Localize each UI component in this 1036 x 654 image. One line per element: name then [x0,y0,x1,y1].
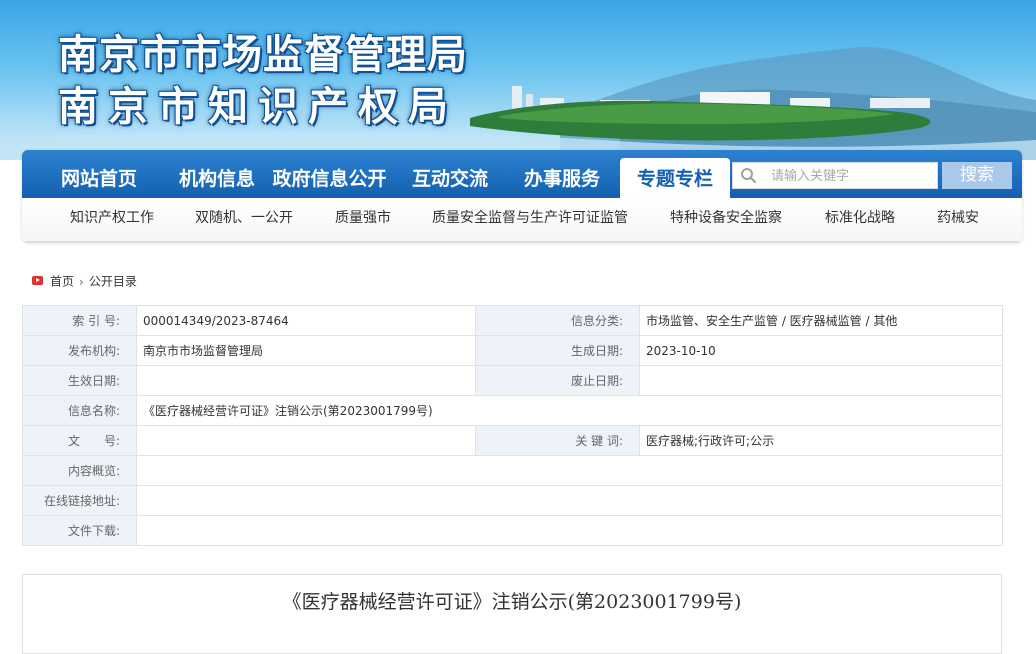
info-metadata-table: 索 引 号: 000014349/2023-87464 信息分类: 市场监管、安… [22,305,1003,546]
category-label: 信息分类: [475,305,640,336]
article-panel: 《医疗器械经营许可证》注销公示(第2023001799号) [22,574,1002,654]
nav-item-interaction[interactable]: 互动交流 [400,150,500,198]
breadcrumb-catalog[interactable]: 公开目录 [89,275,137,289]
sub-item-drugs-devices[interactable]: 药械安 [937,198,979,238]
sub-item-quality-city[interactable]: 质量强市 [335,198,391,238]
table-row: 文 号: 关 键 词: 医疗器械;行政许可;公示 [22,425,1003,456]
summary-label: 内容概览: [22,455,137,486]
online-link-value[interactable] [136,485,1003,516]
file-download-label: 文件下载: [22,515,137,546]
nav-item-home[interactable]: 网站首页 [44,150,154,198]
site-banner: 南京市市场监督管理局 南京市知识产权局 [0,0,1036,160]
doc-number-value [136,425,476,456]
keywords-value: 医疗器械;行政许可;公示 [639,425,1003,456]
file-download-value[interactable] [136,515,1003,546]
search-box [732,162,938,189]
nav-item-institution[interactable]: 机构信息 [167,150,267,198]
search-input[interactable] [769,165,937,188]
publisher-value: 南京市市场监督管理局 [136,335,476,366]
sub-navigation: 知识产权工作 双随机、一公开 质量强市 质量安全监督与生产许可证监管 特种设备安… [22,198,1022,242]
sub-item-double-random[interactable]: 双随机、一公开 [195,198,293,238]
nav-item-services[interactable]: 办事服务 [512,150,612,198]
nav-item-special-topics[interactable]: 专题专栏 [620,158,730,198]
keywords-label: 关 键 词: [475,425,640,456]
chevron-right-icon: › [79,274,84,289]
category-value: 市场监管、安全生产监管 / 医疗器械监管 / 其他 [639,305,1003,336]
sub-item-quality-safety[interactable]: 质量安全监督与生产许可证监管 [432,198,628,238]
info-name-value: 《医疗器械经营许可证》注销公示(第2023001799号) [136,395,1003,426]
created-date-value: 2023-10-10 [639,335,1003,366]
sub-item-special-equipment[interactable]: 特种设备安全监察 [670,198,782,238]
info-name-label: 信息名称: [22,395,137,426]
article-title: 《医疗器械经营许可证》注销公示(第2023001799号) [282,591,742,613]
table-row: 生效日期: 废止日期: [22,365,1003,396]
table-row: 发布机构: 南京市市场监督管理局 生成日期: 2023-10-10 [22,335,1003,366]
nav-main-bar: 网站首页 机构信息 政府信息公开 互动交流 办事服务 专题专栏 搜索 [22,150,1022,198]
expiry-date-value [639,365,1003,396]
breadcrumb: 首页 › 公开目录 [32,272,137,290]
online-link-label: 在线链接地址: [22,485,137,516]
search-icon [741,168,757,184]
sub-item-standardization[interactable]: 标准化战略 [825,198,895,238]
table-row: 内容概览: [22,455,1003,486]
created-date-label: 生成日期: [475,335,640,366]
nav-item-gov-info[interactable]: 政府信息公开 [272,150,387,198]
search-button[interactable]: 搜索 [942,162,1012,189]
table-row: 信息名称: 《医疗器械经营许可证》注销公示(第2023001799号) [22,395,1003,426]
main-navigation: 网站首页 机构信息 政府信息公开 互动交流 办事服务 专题专栏 搜索 知识产权工… [22,150,1022,242]
banner-title-line2: 南京市知识产权局 [58,83,458,130]
doc-number-label: 文 号: [22,425,137,456]
sub-item-ip-work[interactable]: 知识产权工作 [70,198,154,238]
table-row: 在线链接地址: [22,485,1003,516]
publisher-label: 发布机构: [22,335,137,366]
table-row: 文件下载: [22,515,1003,546]
effective-date-label: 生效日期: [22,365,137,396]
home-icon [32,276,43,285]
index-value: 000014349/2023-87464 [136,305,476,336]
banner-title-line1: 南京市市场监督管理局 [58,31,468,78]
expiry-date-label: 废止日期: [475,365,640,396]
breadcrumb-home[interactable]: 首页 [50,275,74,289]
summary-value [136,455,1003,486]
table-row: 索 引 号: 000014349/2023-87464 信息分类: 市场监管、安… [22,305,1003,336]
index-label: 索 引 号: [22,305,137,336]
effective-date-value [136,365,476,396]
